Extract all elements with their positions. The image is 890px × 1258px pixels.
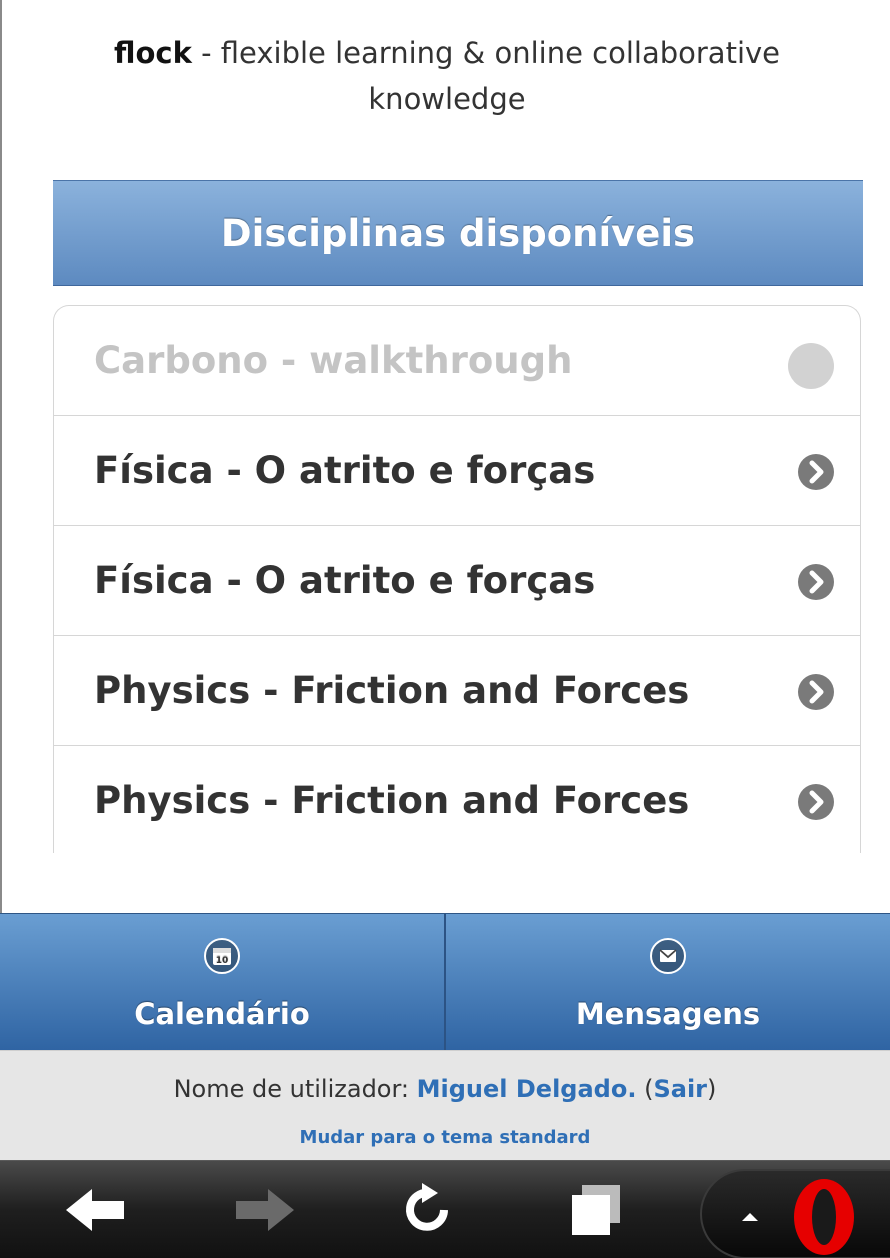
brand-name: flock [113, 36, 192, 70]
chevron-right-icon [798, 454, 834, 490]
list-item-label: Física - O atrito e forças [94, 449, 596, 492]
calendar-label: Calendário [134, 997, 310, 1031]
list-item[interactable]: Physics - Friction and Forces [54, 636, 860, 746]
list-item[interactable]: Física - O atrito e forças [54, 416, 860, 526]
chevron-right-icon [798, 564, 834, 600]
list-item-label: Physics - Friction and Forces [94, 669, 690, 712]
site-tagline: - flexible learning & online collaborati… [191, 36, 781, 116]
opera-menu-button[interactable] [700, 1169, 890, 1258]
course-list: Carbono - walkthrough Física - O atrito … [53, 305, 861, 853]
paren-open: ( [636, 1075, 654, 1103]
list-item-label: Física - O atrito e forças [94, 559, 596, 602]
disabled-dot-icon [788, 343, 834, 389]
theme-switch-link[interactable]: Mudar para o tema standard [0, 1123, 890, 1153]
paren-close: ) [707, 1075, 717, 1103]
bottom-navbar: 10 Calendário Mensagens [0, 913, 890, 1050]
chevron-right-icon [798, 674, 834, 710]
list-item-label: Carbono - walkthrough [94, 339, 573, 382]
logout-link[interactable]: Sair [653, 1075, 707, 1103]
svg-text:10: 10 [216, 956, 229, 966]
messages-button[interactable]: Mensagens [444, 914, 890, 1050]
envelope-icon [650, 938, 686, 974]
list-item[interactable]: Physics - Friction and Forces [54, 746, 860, 853]
list-item: Carbono - walkthrough [54, 306, 860, 416]
reload-icon[interactable] [392, 1179, 462, 1241]
chevron-right-icon [798, 784, 834, 820]
browser-toolbar [0, 1160, 890, 1258]
user-name-link[interactable]: Miguel Delgado. [417, 1075, 637, 1103]
user-info: Nome de utilizador: Miguel Delgado. (Sai… [0, 1069, 890, 1109]
messages-label: Mensagens [575, 997, 761, 1031]
user-prefix: Nome de utilizador: [173, 1075, 417, 1103]
tabs-icon[interactable] [562, 1179, 632, 1241]
site-header: flock - flexible learning & online colla… [42, 30, 852, 122]
calendar-button[interactable]: 10 Calendário [0, 914, 444, 1050]
list-item[interactable]: Física - O atrito e forças [54, 526, 860, 636]
list-title: Disciplinas disponíveis [53, 180, 863, 286]
back-icon[interactable] [62, 1179, 132, 1241]
forward-icon[interactable] [228, 1179, 298, 1241]
list-item-label: Physics - Friction and Forces [94, 779, 690, 822]
footer: Nome de utilizador: Miguel Delgado. (Sai… [0, 1050, 890, 1160]
calendar-icon: 10 [204, 938, 240, 974]
